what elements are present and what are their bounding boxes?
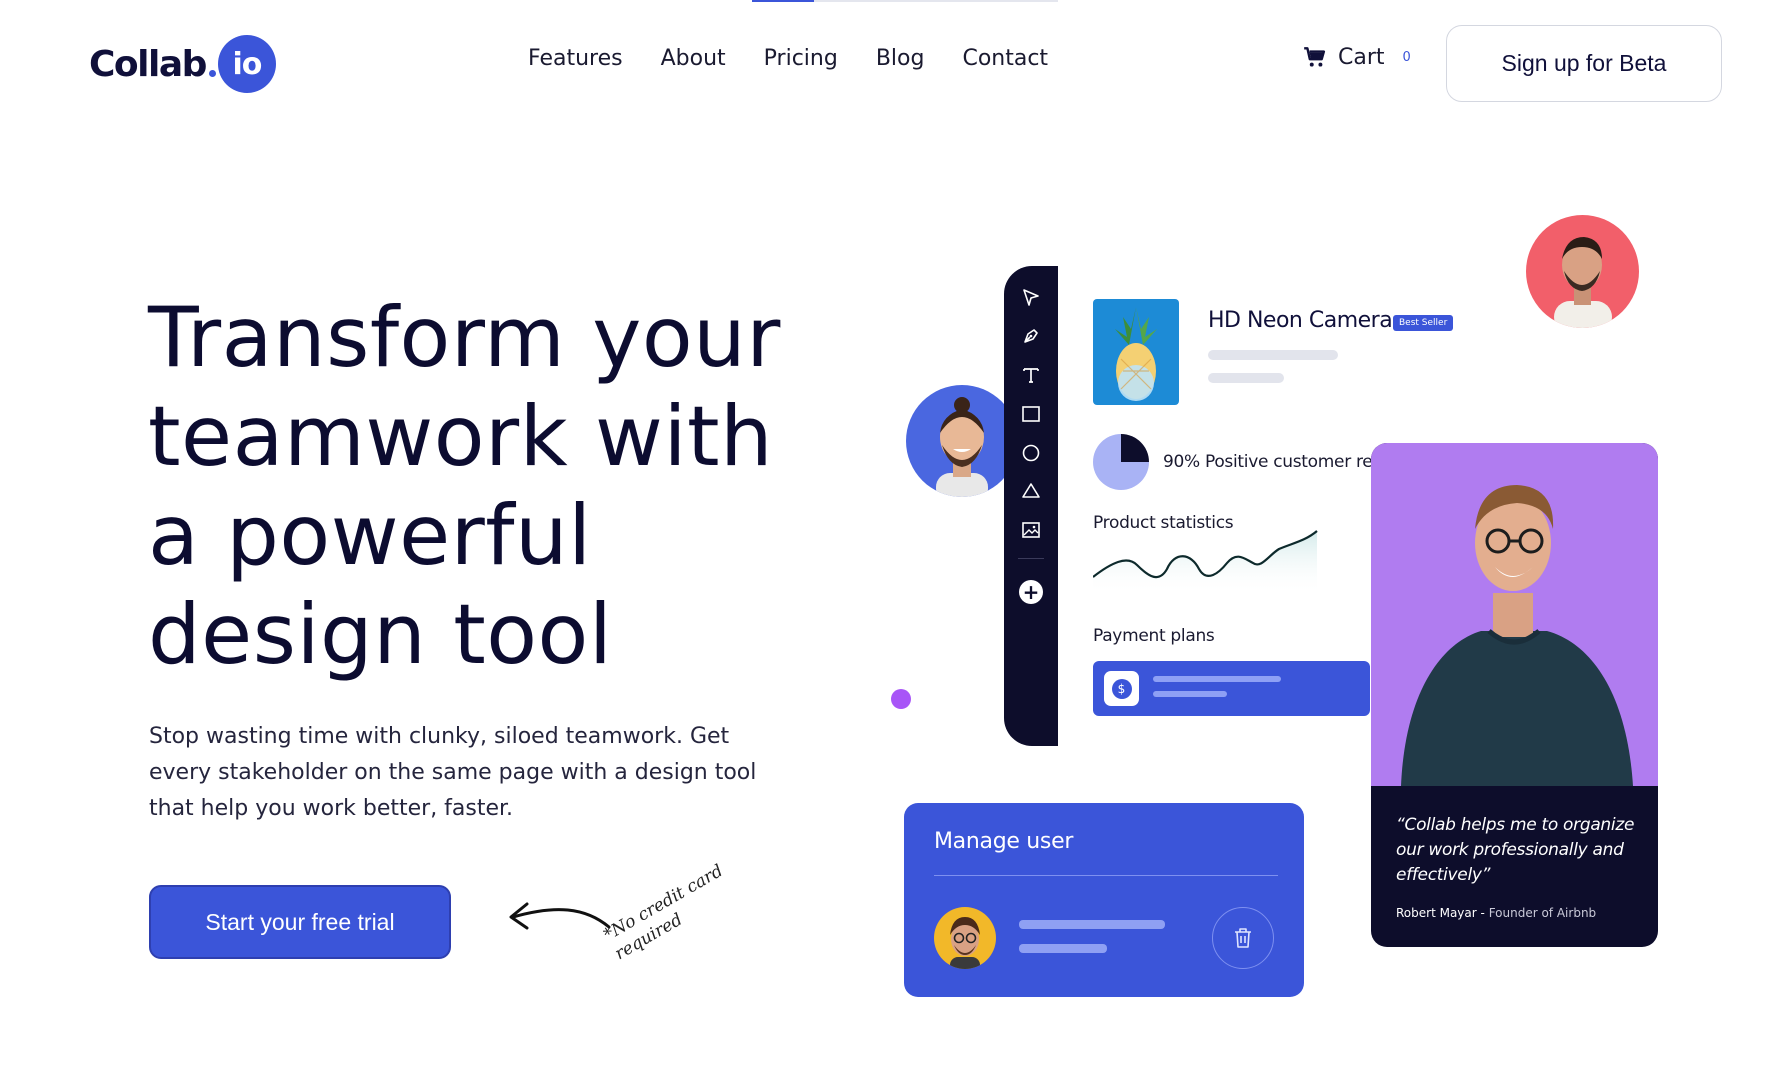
hero-subtitle: Stop wasting time with clunky, siloed te… bbox=[149, 724, 757, 821]
top-progress-indicator bbox=[752, 0, 1058, 2]
skeleton-line bbox=[1153, 691, 1227, 697]
logo-dot bbox=[208, 69, 216, 77]
decorative-dot bbox=[891, 689, 911, 709]
manage-user-title: Manage user bbox=[934, 829, 1074, 854]
nav-about[interactable]: About bbox=[661, 46, 726, 71]
cart-label: Cart bbox=[1338, 44, 1385, 70]
cart-link[interactable]: Cart 0 bbox=[1302, 44, 1411, 70]
design-toolbar: + bbox=[1004, 266, 1058, 746]
start-trial-button[interactable]: Start your free trial bbox=[149, 885, 451, 959]
divider bbox=[934, 875, 1278, 876]
testimonial-author: Robert Mayar - Founder of Airbnb bbox=[1396, 906, 1596, 920]
skeleton-line bbox=[1208, 350, 1338, 360]
plus-icon[interactable]: + bbox=[1019, 580, 1043, 604]
trash-icon bbox=[1235, 928, 1251, 948]
skeleton-line bbox=[1153, 676, 1281, 682]
text-icon[interactable] bbox=[1019, 363, 1043, 387]
author-name: Robert Mayar bbox=[1396, 906, 1477, 920]
author-role: Founder of Airbnb bbox=[1488, 906, 1597, 920]
statistics-wave bbox=[1093, 530, 1318, 595]
nav-pricing[interactable]: Pricing bbox=[764, 46, 838, 71]
image-icon[interactable] bbox=[1019, 518, 1043, 542]
cart-icon bbox=[1304, 47, 1326, 67]
nav-blog[interactable]: Blog bbox=[876, 46, 925, 71]
skeleton-line bbox=[1019, 920, 1165, 929]
nav-contact[interactable]: Contact bbox=[962, 46, 1048, 71]
bestseller-badge: Best Seller bbox=[1393, 315, 1454, 331]
review-text-clip: 90% Positive customer reviews bbox=[1093, 440, 1371, 480]
nav-features[interactable]: Features bbox=[528, 46, 623, 71]
logo-badge: io bbox=[217, 35, 276, 93]
logo-wordmark: Collab bbox=[89, 43, 207, 85]
cart-count: 0 bbox=[1402, 49, 1411, 65]
skeleton-line bbox=[1208, 373, 1284, 383]
avatar-bearded-man bbox=[906, 385, 1018, 497]
signup-beta-button[interactable]: Sign up for Beta bbox=[1446, 25, 1722, 102]
avatar-man-coral bbox=[1526, 215, 1639, 328]
delete-user-button[interactable] bbox=[1212, 907, 1274, 969]
circle-icon[interactable] bbox=[1019, 441, 1043, 465]
manage-user-card: Manage user bbox=[904, 803, 1304, 997]
testimonial-card: “Collab helps me to organize our work pr… bbox=[1371, 443, 1658, 947]
product-name: HD Neon Camera bbox=[1208, 308, 1393, 333]
testimonial-quote: “Collab helps me to organize our work pr… bbox=[1396, 815, 1635, 885]
cursor-icon[interactable] bbox=[1019, 286, 1043, 310]
hero-title: Transform your teamwork with a powerful … bbox=[148, 289, 781, 683]
toolbar-divider bbox=[1018, 558, 1044, 559]
payment-plan-card[interactable]: $ bbox=[1093, 661, 1370, 716]
main-nav: Features About Pricing Blog Contact bbox=[528, 46, 1086, 71]
positive-review-text: 90% Positive customer reviews bbox=[1163, 452, 1371, 472]
curved-arrow-icon bbox=[509, 902, 611, 930]
skeleton-line bbox=[1019, 944, 1107, 953]
rectangle-icon[interactable] bbox=[1019, 402, 1043, 426]
user-avatar bbox=[934, 907, 996, 969]
pen-icon[interactable] bbox=[1019, 324, 1043, 348]
author-separator: - bbox=[1480, 906, 1489, 920]
no-credit-card-note: *No credit card required bbox=[600, 860, 727, 965]
product-image bbox=[1093, 299, 1179, 405]
testimonial-photo bbox=[1371, 443, 1658, 786]
logo[interactable]: Collab io bbox=[89, 34, 276, 94]
dollar-icon: $ bbox=[1104, 671, 1139, 706]
payment-label: Payment plans bbox=[1093, 626, 1215, 646]
triangle-icon[interactable] bbox=[1019, 479, 1043, 503]
